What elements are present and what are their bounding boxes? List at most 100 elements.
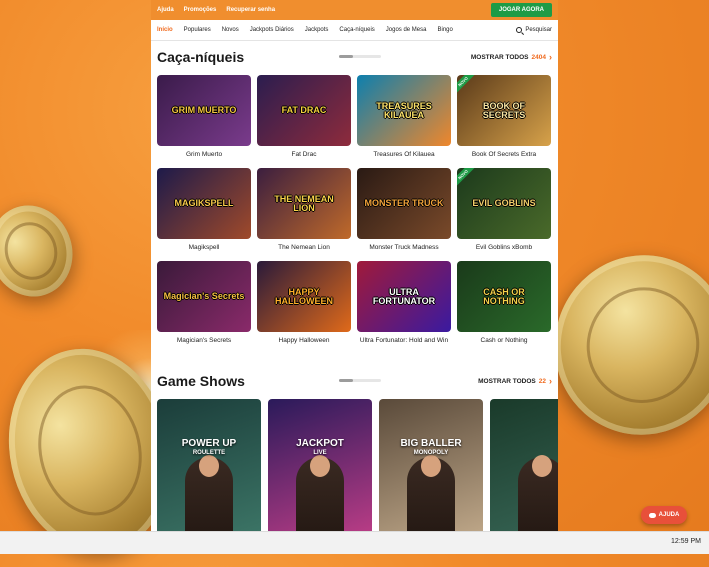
play-now-button[interactable]: JOGAR AGORA bbox=[490, 3, 552, 17]
game-title[interactable]: Monster Truck Madness bbox=[357, 244, 451, 252]
game-thumbnail[interactable]: THE NEMEAN LION bbox=[257, 168, 351, 239]
game-logo-art: TREASURES KILAUEA bbox=[376, 100, 432, 120]
game-thumbnail[interactable]: EVIL GOBLINS NOVO bbox=[457, 168, 551, 239]
slots-section-title: Caça-níqueis bbox=[157, 49, 245, 65]
game-thumbnail[interactable]: HAPPY HALLOWEEN bbox=[257, 261, 351, 332]
game-tile[interactable]: FAT DRAC Fat Drac bbox=[257, 75, 351, 159]
game-logo-art: GRIM MUERTO bbox=[171, 105, 237, 115]
slots-count: 2404 bbox=[531, 53, 546, 61]
chevron-right-icon: › bbox=[549, 375, 552, 386]
promotions-link[interactable]: Promoções bbox=[184, 7, 217, 13]
game-title[interactable]: Book Of Secrets Extra bbox=[457, 151, 551, 159]
search-label: Pesquisar bbox=[525, 27, 552, 33]
game-shows-section-title: Game Shows bbox=[157, 373, 245, 389]
gold-coin-decoration bbox=[0, 194, 85, 308]
new-badge: NOVO bbox=[457, 168, 477, 188]
search-icon bbox=[516, 27, 523, 33]
game-thumbnail[interactable]: Magician's Secrets bbox=[157, 261, 251, 332]
game-logo-art: THE NEMEAN LION bbox=[274, 193, 334, 213]
game-tile[interactable]: HAPPY HALLOWEEN Happy Halloween bbox=[257, 261, 351, 345]
game-logo-art: Magician's Secrets bbox=[163, 291, 245, 301]
show-all-label: MOSTRAR TODOS bbox=[470, 53, 529, 61]
game-show-logo: POWER UP ROULETTE bbox=[157, 438, 261, 456]
game-tile[interactable]: THE NEMEAN LION The Nemean Lion bbox=[257, 168, 351, 252]
game-title[interactable]: Fat Drac bbox=[257, 151, 351, 159]
game-title[interactable]: Magician's Secrets bbox=[157, 337, 251, 345]
game-shows-show-all-link[interactable]: MOSTRAR TODOS 22 › bbox=[478, 375, 552, 386]
game-title[interactable]: Grim Muerto bbox=[157, 151, 251, 159]
nav-item-jackpots[interactable]: Jackpots bbox=[305, 27, 329, 33]
search-button[interactable]: Pesquisar bbox=[516, 27, 552, 33]
game-title[interactable]: Evil Goblins xBomb bbox=[457, 244, 551, 252]
game-title[interactable]: Happy Halloween bbox=[257, 337, 351, 345]
game-show-logo: JACKPOT LIVE bbox=[268, 438, 372, 456]
game-logo-art: MONSTER TRUCK bbox=[364, 198, 444, 208]
help-chat-button[interactable]: AJUDA bbox=[641, 506, 687, 524]
game-tile[interactable]: MONSTER TRUCK Monster Truck Madness bbox=[357, 168, 451, 252]
slots-section-header: Caça-níqueis MOSTRAR TODOS 2404 › bbox=[157, 48, 552, 66]
game-show-card[interactable]: JACKPOT LIVE bbox=[268, 399, 372, 552]
nav-item-caca-niqueis[interactable]: Caça-níqueis bbox=[339, 27, 374, 33]
game-logo-art: BOOK OF SECRETS bbox=[482, 100, 526, 120]
game-title[interactable]: Treasures Of Kilauea bbox=[357, 151, 451, 159]
nav-item-jackpots-diarios[interactable]: Jackpots Diários bbox=[250, 27, 294, 33]
game-thumbnail[interactable]: ULTRA FORTUNATOR bbox=[357, 261, 451, 332]
game-show-card[interactable]: BIG BALLER MONOPOLY bbox=[379, 399, 483, 552]
game-shows-count: 22 bbox=[538, 377, 546, 385]
game-tile[interactable]: BOOK OF SECRETS NOVO Book Of Secrets Extra bbox=[457, 75, 551, 159]
game-tile[interactable]: TREASURES KILAUEA Treasures Of Kilauea bbox=[357, 75, 451, 159]
game-tile[interactable]: CASH OR NOTHING Cash or Nothing bbox=[457, 261, 551, 345]
game-show-logo-subtitle: ROULETTE bbox=[192, 449, 226, 456]
new-badge: NOVO bbox=[457, 75, 477, 95]
game-logo-art: CASH OR NOTHING bbox=[483, 286, 525, 306]
taskbar: 12:59 PM bbox=[0, 531, 709, 554]
game-title[interactable]: The Nemean Lion bbox=[257, 244, 351, 252]
game-thumbnail[interactable]: CASH OR NOTHING bbox=[457, 261, 551, 332]
help-link[interactable]: Ajuda bbox=[157, 7, 174, 13]
game-tile[interactable]: MAGIKSPELL Magikspell bbox=[157, 168, 251, 252]
game-show-logo-title: POWER UP bbox=[181, 438, 237, 449]
nav-item-jogos-de-mesa[interactable]: Jogos de Mesa bbox=[386, 27, 427, 33]
game-tile[interactable]: ULTRA FORTUNATOR Ultra Fortunator: Hold a… bbox=[357, 261, 451, 345]
game-logo-art: HAPPY HALLOWEEN bbox=[275, 286, 333, 306]
game-thumbnail[interactable]: GRIM MUERTO bbox=[157, 75, 251, 146]
game-thumbnail[interactable]: MAGIKSPELL bbox=[157, 168, 251, 239]
game-show-logo-subtitle: LIVE bbox=[313, 449, 327, 456]
top-bar: Ajuda Promoções Recuperar senha JOGAR AG… bbox=[151, 0, 558, 20]
recover-password-link[interactable]: Recuperar senha bbox=[226, 7, 275, 13]
game-tile[interactable]: GRIM MUERTO Grim Muerto bbox=[157, 75, 251, 159]
nav-item-populares[interactable]: Populares bbox=[184, 27, 211, 33]
game-tile[interactable]: Magician's Secrets Magician's Secrets bbox=[157, 261, 251, 345]
slots-scroll-indicator[interactable] bbox=[339, 55, 381, 58]
game-title[interactable]: Ultra Fortunator: Hold and Win bbox=[357, 337, 451, 345]
game-logo-art: FAT DRAC bbox=[281, 105, 327, 115]
chat-bubble-icon bbox=[648, 512, 656, 518]
game-shows-section-header: Game Shows MOSTRAR TODOS 22 › bbox=[157, 372, 552, 390]
game-thumbnail[interactable]: MONSTER TRUCK bbox=[357, 168, 451, 239]
casino-page: Ajuda Promoções Recuperar senha JOGAR AG… bbox=[151, 0, 558, 553]
game-thumbnail[interactable]: BOOK OF SECRETS NOVO bbox=[457, 75, 551, 146]
game-title[interactable]: Magikspell bbox=[157, 244, 251, 252]
nav-item-bingo[interactable]: Bingo bbox=[437, 27, 452, 33]
game-title[interactable]: Cash or Nothing bbox=[457, 337, 551, 345]
gold-coin-decoration bbox=[531, 232, 709, 458]
game-show-logo-title: BIG BALLER bbox=[400, 438, 462, 449]
game-logo-art: EVIL GOBLINS bbox=[472, 198, 536, 208]
game-thumbnail[interactable]: FAT DRAC bbox=[257, 75, 351, 146]
game-logo-art: ULTRA FORTUNATOR bbox=[372, 286, 436, 306]
nav-item-inicio[interactable]: Início bbox=[157, 27, 173, 33]
help-label: AJUDA bbox=[658, 512, 680, 518]
nav-item-novos[interactable]: Novos bbox=[222, 27, 239, 33]
game-show-logo: BIG BALLER MONOPOLY bbox=[379, 438, 483, 456]
category-nav: Início Populares Novos Jackpots Diários … bbox=[151, 20, 558, 41]
game-show-card[interactable]: POWER UPROULETTE18182522112 bbox=[157, 399, 261, 552]
slots-show-all-link[interactable]: MOSTRAR TODOS 2404 › bbox=[470, 52, 552, 62]
game-show-logo-subtitle: MONOPOLY bbox=[413, 449, 449, 456]
game-tile[interactable]: EVIL GOBLINS NOVO Evil Goblins xBomb bbox=[457, 168, 551, 252]
game-thumbnail[interactable]: TREASURES KILAUEA bbox=[357, 75, 451, 146]
game-show-logo-title: JACKPOT bbox=[296, 438, 344, 449]
taskbar-clock: 12:59 PM bbox=[671, 538, 701, 545]
show-all-label: MOSTRAR TODOS bbox=[478, 377, 536, 385]
game-show-card[interactable] bbox=[490, 399, 558, 552]
game-shows-scroll-indicator[interactable] bbox=[339, 379, 381, 382]
